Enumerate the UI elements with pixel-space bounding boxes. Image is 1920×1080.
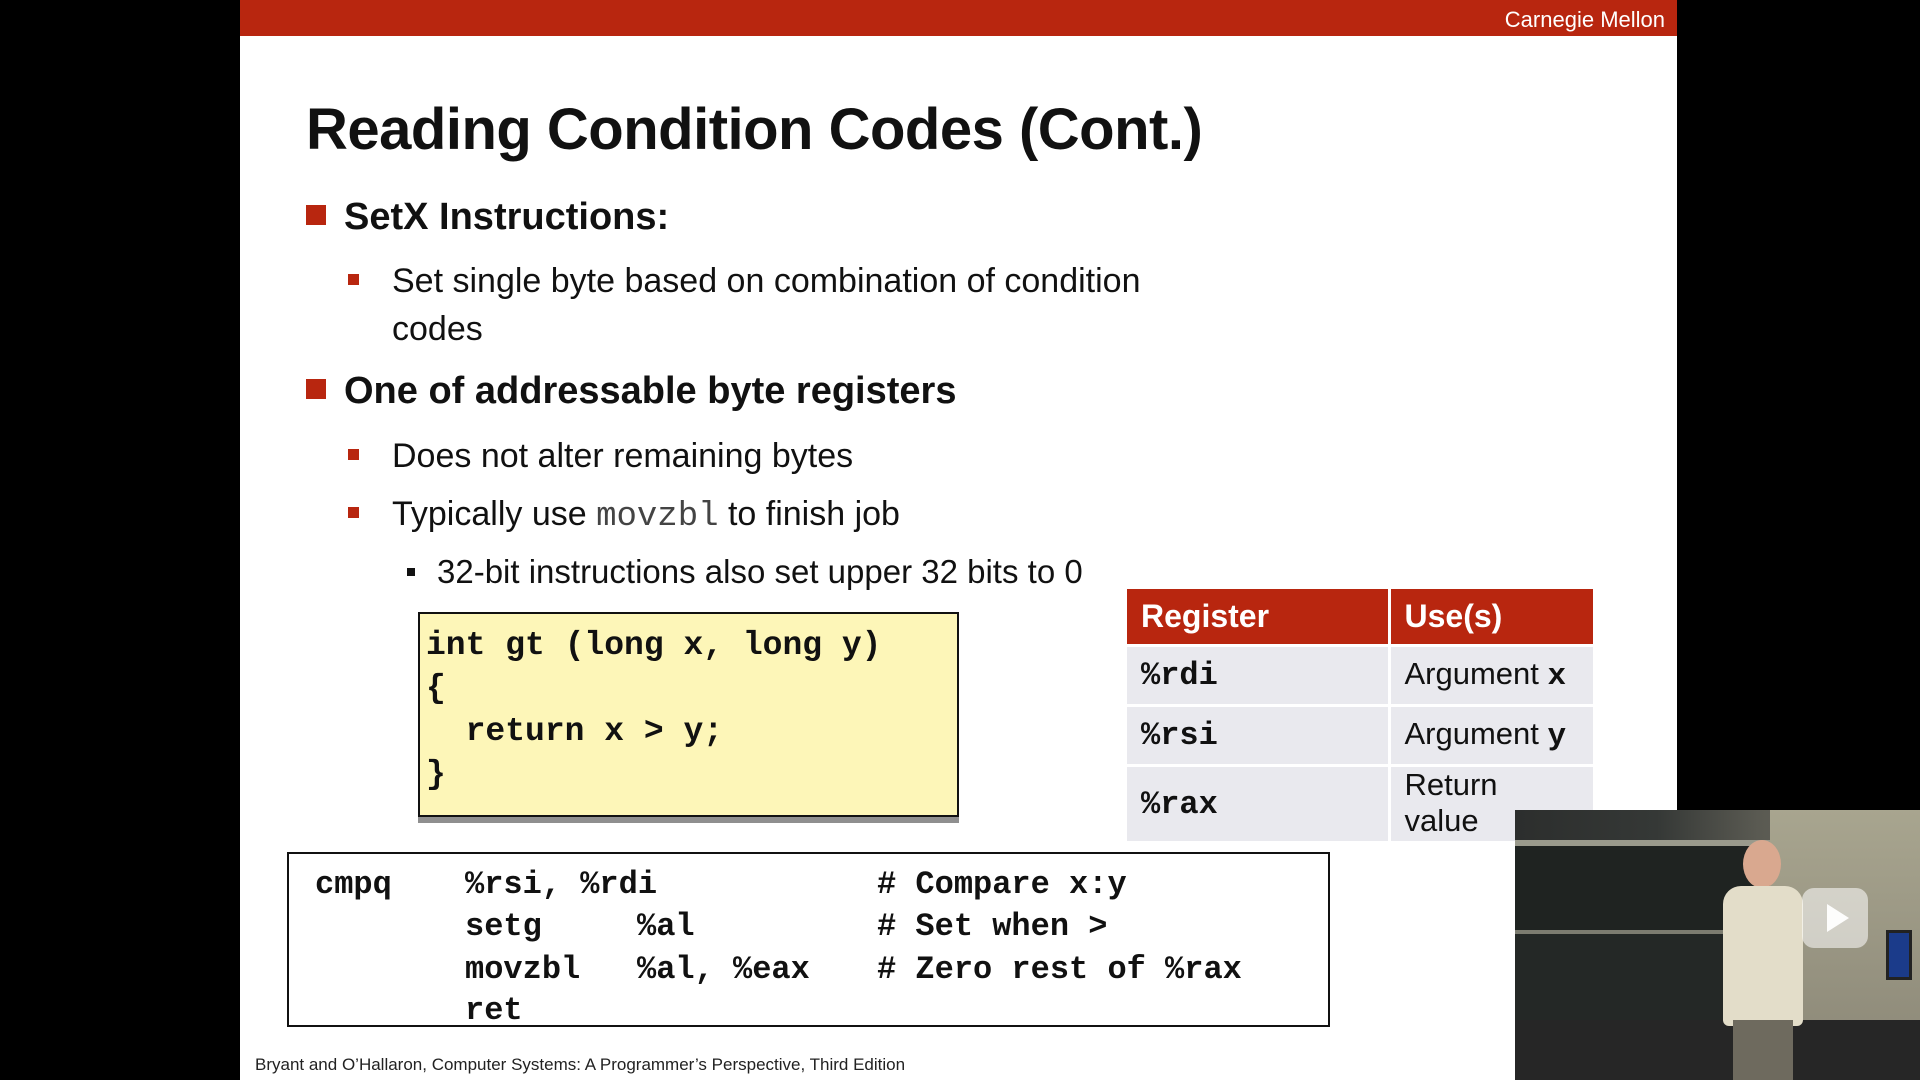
- play-icon: [1827, 904, 1849, 932]
- lecturer-head: [1743, 840, 1781, 888]
- monitor: [1886, 930, 1912, 980]
- use-text: Argument: [1404, 656, 1548, 691]
- asm-instr: movzbl: [465, 951, 581, 988]
- lecturer-body: [1723, 886, 1803, 1026]
- sub-bullet-square-icon: [348, 507, 359, 518]
- bullet-byte-registers: One of addressable byte registers: [306, 370, 956, 413]
- asm-op: cmpq: [315, 866, 392, 903]
- use-text: Return value: [1404, 766, 1498, 838]
- bullet-byte-registers-text: One of addressable byte registers: [344, 370, 957, 412]
- sub-bullet-setx-1-cont-text: codes: [392, 310, 483, 348]
- sub-sub-bullet-square-icon: [407, 568, 415, 576]
- register-name: %rax: [1141, 785, 1218, 823]
- header-uses: Use(s): [1389, 589, 1593, 645]
- use-text: Argument: [1404, 716, 1548, 751]
- sub-bullet-byte-2-before: Typically use: [392, 495, 597, 533]
- play-button[interactable]: [1802, 888, 1868, 948]
- register-name: %rdi: [1141, 657, 1218, 694]
- register-name: %rsi: [1141, 717, 1218, 754]
- register-table-header: Register Use(s): [1127, 589, 1593, 645]
- asm-instr: setg: [465, 908, 542, 945]
- table-row: %rdi Argument x: [1127, 643, 1593, 705]
- slide-footer: Bryant and O’Hallaron, Computer Systems:…: [255, 1055, 906, 1074]
- c-code-box: int gt (long x, long y) { return x > y; …: [418, 612, 959, 817]
- header-register: Register: [1127, 589, 1391, 645]
- c-code-line: int gt (long x, long y): [426, 627, 882, 664]
- asm-comment: # Zero rest of %rax: [877, 951, 1242, 988]
- c-code-line: return x > y;: [426, 713, 724, 750]
- header-bar: Carnegie Mellon: [240, 0, 1677, 36]
- register-cell: %rdi: [1127, 643, 1391, 705]
- use-code: x: [1547, 659, 1567, 694]
- slide: Carnegie Mellon Reading Condition Codes …: [240, 0, 1677, 1080]
- asm-args: %al: [637, 908, 695, 945]
- use-code: y: [1547, 719, 1567, 754]
- assembly-code-box: cmpq %rsi, %rdi # Compare x:y setg %al #…: [287, 852, 1330, 1029]
- slide-title: Reading Condition Codes (Cont.): [306, 97, 1203, 162]
- webcam-overlay[interactable]: [1515, 810, 1920, 1080]
- bullet-square-icon: [306, 205, 326, 225]
- sub-sub-bullet-32bit: 32-bit instructions also set upper 32 bi…: [407, 553, 1083, 591]
- sub-sub-bullet-32bit-text: 32-bit instructions also set upper 32 bi…: [437, 553, 1083, 590]
- register-cell: %rsi: [1127, 703, 1391, 765]
- sub-bullet-byte-1-text: Does not alter remaining bytes: [392, 437, 854, 475]
- movzbl-code: movzbl: [596, 498, 719, 536]
- use-cell: Argument x: [1389, 643, 1593, 705]
- bullet-setx-text: SetX Instructions:: [344, 196, 670, 238]
- table-row: %rsi Argument y: [1127, 703, 1593, 765]
- bullet-square-icon: [306, 379, 326, 399]
- c-code-line: }: [426, 756, 446, 793]
- asm-comment: # Compare x:y: [877, 866, 1127, 903]
- bullet-setx: SetX Instructions:: [306, 196, 669, 239]
- sub-bullet-square-icon: [348, 274, 359, 285]
- sub-bullet-square-icon: [348, 449, 359, 460]
- use-cell: Argument y: [1389, 703, 1593, 765]
- register-cell: %rax: [1127, 763, 1391, 841]
- asm-comment: # Set when >: [877, 908, 1108, 945]
- c-code-line: {: [426, 670, 446, 707]
- asm-args: %al, %eax: [637, 951, 810, 988]
- lecturer-legs: [1733, 1020, 1793, 1080]
- sub-bullet-setx-1-text: Set single byte based on combination of …: [392, 262, 1141, 300]
- asm-args: %rsi, %rdi: [465, 866, 658, 903]
- register-table: Register Use(s) %rdi Argument x %rsi Arg…: [1127, 589, 1593, 841]
- brand-label: Carnegie Mellon: [1504, 7, 1665, 32]
- sub-bullet-byte-2-after: to finish job: [718, 495, 900, 533]
- lecturer: [1715, 840, 1805, 1080]
- sub-bullet-byte-2-text: Typically use movzbl to finish job: [392, 495, 900, 536]
- asm-instr: ret: [465, 992, 523, 1029]
